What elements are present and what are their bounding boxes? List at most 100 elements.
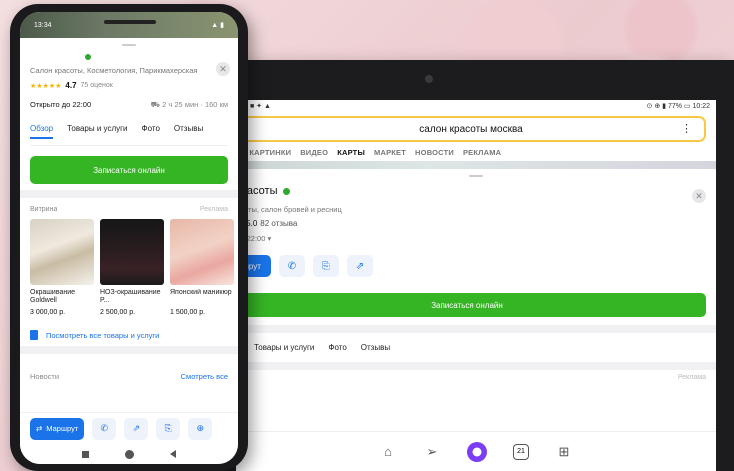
tab-photos[interactable]: Фото (142, 124, 160, 139)
showcase-header: Витрина Реклама (30, 206, 228, 213)
bookmark-icon[interactable]: ⎘ (312, 255, 339, 277)
divider (236, 325, 716, 333)
product-name: Окрашивание Goldwell (30, 289, 76, 305)
nav-tab[interactable]: РЕКЛАМА (463, 148, 501, 157)
more-menu-icon[interactable]: ⋮ (681, 122, 692, 135)
stars-icon: ★★★★★ (30, 82, 62, 90)
verified-icon (85, 54, 91, 60)
business-title: красоты (236, 185, 716, 197)
send-icon[interactable]: ➢ (423, 443, 441, 461)
news-title: Новости (30, 372, 60, 381)
rating-count[interactable]: 75 оценок (81, 82, 113, 89)
drag-handle[interactable] (122, 44, 136, 46)
news-header: Новости Смотреть все (30, 372, 228, 381)
product-name: НОЗ-окрашивание Р... (100, 289, 161, 305)
close-icon[interactable]: ✕ (692, 189, 706, 203)
nav-tab[interactable]: ВИДЕО (300, 148, 328, 157)
product-price: 2 500,00 р. (100, 309, 136, 316)
action-buttons: ршрут ✆ ⎘ ⇗ (236, 255, 716, 277)
tab-products[interactable]: Товары и услуги (67, 124, 127, 139)
product-list: Окрашивание Goldwell 3 000,00 р. НОЗ-окр… (30, 219, 234, 316)
route-label: Маршрут (46, 424, 79, 433)
catalog-icon (30, 330, 38, 340)
product-image (100, 219, 164, 285)
travel-time: ⛟ 2 ч 25 мин · 160 км (150, 100, 228, 109)
ad-label: Реклама (677, 374, 706, 381)
product-card[interactable]: Японский маникюр 1 500,00 р. (170, 219, 234, 316)
route-button[interactable]: ⇄ Маршрут (30, 417, 85, 440)
business-categories: асоты, салон бровей и ресниц (236, 205, 342, 214)
alice-icon[interactable] (467, 441, 487, 462)
phone-time: 13:34 (34, 21, 52, 29)
map-strip[interactable] (236, 161, 716, 169)
product-price: 1 500,00 р. (170, 309, 206, 316)
status-icons-right: ⊙ ⊕ ▮ 77% ▭ 10:22 (646, 103, 710, 110)
android-nav-bar (20, 444, 238, 464)
home-icon[interactable] (125, 449, 134, 459)
route-icon: ⇄ (36, 424, 43, 433)
open-status[interactable]: Открыто до 22:00 (30, 100, 91, 110)
product-card[interactable]: Окрашивание Goldwell 3 000,00 р. (30, 219, 94, 316)
bookmark-icon[interactable]: ⎘ (156, 417, 181, 440)
divider (236, 362, 716, 370)
ad-label: Реклама (199, 206, 228, 213)
hours-row: Открыто до 22:00 ⛟ 2 ч 25 мин · 160 км (30, 100, 228, 110)
verified-icon (282, 187, 290, 195)
rating-value: 4.7 (65, 81, 77, 90)
book-online-button[interactable]: Записаться онлайн (30, 156, 228, 184)
phone-action-bar: ⇄ Маршрут ✆ ⇗ ⎘ ⊕ (20, 412, 238, 444)
hours[interactable]: до 22:00 ▾ (236, 234, 716, 243)
drag-handle[interactable] (469, 175, 483, 177)
phone-icon[interactable]: ✆ (278, 255, 305, 277)
all-products-label: Посмотреть все товары и услуги (46, 330, 160, 340)
apps-icon[interactable]: ⊞ (555, 443, 573, 461)
share-icon[interactable]: ⇗ (124, 417, 149, 440)
phone-icon[interactable]: ✆ (92, 417, 117, 440)
all-products-link[interactable]: Посмотреть все товары и услуги (30, 330, 228, 340)
card-tabs: Обзор Товары и услуги Фото Отзывы (30, 124, 228, 146)
phone-screen: 13:34 ▲ ▮ ✕ Салон красоты, Косметология,… (20, 12, 238, 464)
business-card: красоты ✕ асоты, салон бровей и ресниц ★… (236, 169, 716, 381)
nav-tab[interactable]: НОВОСТИ (415, 148, 454, 157)
globe-icon[interactable]: ⊕ (188, 417, 213, 440)
divider (20, 190, 238, 198)
tablet-screen: ■ ✦ ▲ ⊙ ⊕ ▮ 77% ▭ 10:22 салон красоты мо… (236, 100, 716, 471)
recents-icon[interactable] (82, 450, 89, 458)
status-icons: ▲ ▮ (211, 22, 224, 29)
close-icon[interactable]: ✕ (216, 62, 230, 76)
search-input[interactable]: салон красоты москва ⋮ (236, 116, 706, 142)
nav-tab[interactable]: МАРКЕТ (374, 148, 406, 157)
news-see-all-link[interactable]: Смотреть все (181, 372, 228, 381)
share-icon[interactable]: ⇗ (346, 255, 373, 277)
tab-reviews[interactable]: Отзывы (174, 124, 203, 139)
tablet-camera (425, 75, 433, 83)
tab-reviews[interactable]: Отзывы (361, 343, 390, 352)
phone-device: 13:34 ▲ ▮ ✕ Салон красоты, Косметология,… (10, 4, 248, 471)
book-online-button[interactable]: Записаться онлайн (236, 293, 706, 317)
business-sheet: ✕ Салон красоты, Косметология, Парикмахе… (20, 44, 238, 381)
showcase-title: Витрина (30, 206, 58, 213)
tablet-bottom-bar: ⌂ ➢ 21 ⊞ (236, 431, 716, 471)
notch (104, 20, 156, 24)
product-card[interactable]: НОЗ-окрашивание Р... 2 500,00 р. (100, 219, 164, 316)
business-categories: Салон красоты, Косметология, Парикмахерс… (30, 66, 198, 75)
product-name: Японский маникюр (170, 289, 232, 296)
nav-tab[interactable]: КАРТИНКИ (249, 148, 291, 157)
tab-products[interactable]: Товары и услуги (254, 343, 314, 352)
divider (20, 346, 238, 354)
back-icon[interactable] (170, 450, 176, 458)
product-image (30, 219, 94, 285)
status-icons-left: ■ ✦ ▲ (250, 103, 271, 110)
rating-count[interactable]: 82 отзыва (260, 219, 297, 228)
tablet-status-bar: ■ ✦ ▲ ⊙ ⊕ ▮ 77% ▭ 10:22 (236, 100, 716, 112)
nav-tab-maps[interactable]: КАРТЫ (337, 148, 365, 157)
tab-photos[interactable]: Фото (328, 343, 346, 352)
rating-row: ★★★★★ 4.7 75 оценок (30, 81, 228, 90)
home-icon[interactable]: ⌂ (379, 443, 397, 461)
search-query: салон красоты москва (419, 123, 523, 135)
product-price: 3 000,00 р. (30, 309, 66, 316)
rating-row: ★ 5.0 82 отзыва (236, 219, 716, 228)
tab-overview[interactable]: Обзор (30, 124, 54, 139)
calendar-icon[interactable]: 21 (513, 443, 529, 460)
card-tabs: Товары и услуги Фото Отзывы (236, 333, 716, 362)
